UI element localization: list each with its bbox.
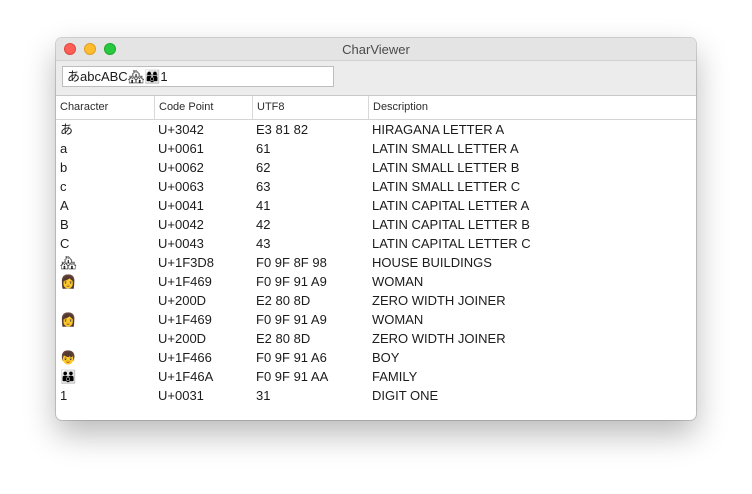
cell-character: A [60, 198, 69, 213]
window-title: CharViewer [342, 42, 410, 57]
table-row[interactable]: 1 U+0031 31 DIGIT ONE [56, 386, 696, 405]
cell-code-point: U+3042 [158, 122, 204, 137]
cell-description: LATIN SMALL LETTER B [372, 160, 520, 175]
cell-character: 👦 [60, 350, 77, 365]
table-row[interactable]: B U+0042 42 LATIN CAPITAL LETTER B [56, 215, 696, 234]
toolbar: あabcABC🏘👩‍👩‍👦1 [56, 61, 696, 96]
table-row[interactable]: 👩 U+1F469 F0 9F 91 A9 WOMAN [56, 310, 696, 329]
cell-code-point: U+1F469 [158, 312, 212, 327]
cell-description: LATIN CAPITAL LETTER B [372, 217, 530, 232]
cell-description: HIRAGANA LETTER A [372, 122, 505, 137]
cell-character [60, 291, 154, 310]
cell-character: c [60, 179, 67, 194]
table-body: あ U+3042 E3 81 82 HIRAGANA LETTER A a U+0061 6… [56, 120, 696, 405]
cell-code-point: U+200D [158, 331, 207, 346]
cell-utf8: F0 9F 91 A9 [256, 312, 327, 327]
cell-description: FAMILY [372, 369, 418, 384]
cell-code-point: U+0042 [158, 217, 204, 232]
table-row[interactable]: A U+0041 41 LATIN CAPITAL LETTER A [56, 196, 696, 215]
cell-utf8: E2 80 8D [256, 331, 311, 346]
column-header-utf8[interactable]: UTF8 [252, 96, 368, 119]
cell-character: あ [60, 122, 74, 137]
cell-character: a [60, 141, 68, 156]
table-row[interactable]: 👪 U+1F46A F0 9F 91 AA FAMILY [56, 367, 696, 386]
cell-code-point: U+1F46A [158, 369, 214, 384]
cell-description: DIGIT ONE [372, 388, 439, 403]
table-row[interactable]: 🏘 U+1F3D8 F0 9F 8F 98 HOUSE BUILDINGS [56, 253, 696, 272]
cell-utf8: E3 81 82 [256, 122, 309, 137]
cell-code-point: U+1F469 [158, 274, 212, 289]
cell-code-point: U+0043 [158, 236, 204, 251]
cell-character: 👩 [60, 312, 77, 327]
cell-character: C [60, 236, 70, 251]
cell-utf8: 61 [256, 141, 271, 156]
cell-utf8: 41 [256, 198, 271, 213]
table-row[interactable]: c U+0063 63 LATIN SMALL LETTER C [56, 177, 696, 196]
cell-description: ZERO WIDTH JOINER [372, 293, 506, 308]
cell-code-point: U+200D [158, 293, 207, 308]
cell-utf8: F0 9F 8F 98 [256, 255, 327, 270]
cell-code-point: U+0031 [158, 388, 204, 403]
table-row[interactable]: U+200D E2 80 8D ZERO WIDTH JOINER [56, 291, 696, 310]
cell-utf8: F0 9F 91 A9 [256, 274, 327, 289]
cell-utf8: 43 [256, 236, 271, 251]
cell-description: BOY [372, 350, 400, 365]
cell-code-point: U+0061 [158, 141, 204, 156]
cell-code-point: U+1F3D8 [158, 255, 214, 270]
cell-utf8: F0 9F 91 AA [256, 369, 329, 384]
table-row[interactable]: あ U+3042 E3 81 82 HIRAGANA LETTER A [56, 120, 696, 139]
table-header: Character Code Point UTF8 Description [56, 96, 696, 120]
cell-description: ZERO WIDTH JOINER [372, 331, 506, 346]
cell-code-point: U+0041 [158, 198, 204, 213]
cell-description: LATIN CAPITAL LETTER A [372, 198, 530, 213]
cell-character: 🏘 [60, 255, 77, 270]
table-row[interactable]: b U+0062 62 LATIN SMALL LETTER B [56, 158, 696, 177]
table-row[interactable]: 👦 U+1F466 F0 9F 91 A6 BOY [56, 348, 696, 367]
cell-utf8: 31 [256, 388, 271, 403]
table-row[interactable]: a U+0061 61 LATIN SMALL LETTER A [56, 139, 696, 158]
cell-code-point: U+1F466 [158, 350, 212, 365]
column-header-character[interactable]: Character [56, 96, 154, 119]
cell-character: B [60, 217, 69, 232]
cell-character: 👪 [60, 369, 77, 384]
cell-utf8: F0 9F 91 A6 [256, 350, 327, 365]
cell-utf8: E2 80 8D [256, 293, 311, 308]
cell-utf8: 63 [256, 179, 271, 194]
table-row[interactable]: 👩 U+1F469 F0 9F 91 A9 WOMAN [56, 272, 696, 291]
cell-utf8: 62 [256, 160, 271, 175]
cell-code-point: U+0062 [158, 160, 204, 175]
text-input[interactable]: あabcABC🏘👩‍👩‍👦1 [62, 66, 334, 87]
cell-description: LATIN SMALL LETTER A [372, 141, 519, 156]
cell-description: WOMAN [372, 312, 424, 327]
cell-code-point: U+0063 [158, 179, 204, 194]
cell-description: LATIN SMALL LETTER C [372, 179, 521, 194]
column-header-description[interactable]: Description [368, 96, 696, 119]
table-row[interactable]: U+200D E2 80 8D ZERO WIDTH JOINER [56, 329, 696, 348]
cell-character: 1 [60, 388, 68, 403]
cell-character: b [60, 160, 68, 175]
cell-utf8: 42 [256, 217, 271, 232]
charviewer-window: CharViewer あabcABC🏘👩‍👩‍👦1 Character Code… [56, 38, 696, 420]
cell-description: LATIN CAPITAL LETTER C [372, 236, 531, 251]
cell-character: 👩 [60, 274, 77, 289]
cell-description: HOUSE BUILDINGS [372, 255, 492, 270]
column-header-code-point[interactable]: Code Point [154, 96, 252, 119]
cell-description: WOMAN [372, 274, 424, 289]
title-bar[interactable]: CharViewer [56, 38, 696, 61]
table-row[interactable]: C U+0043 43 LATIN CAPITAL LETTER C [56, 234, 696, 253]
cell-character [60, 329, 154, 348]
